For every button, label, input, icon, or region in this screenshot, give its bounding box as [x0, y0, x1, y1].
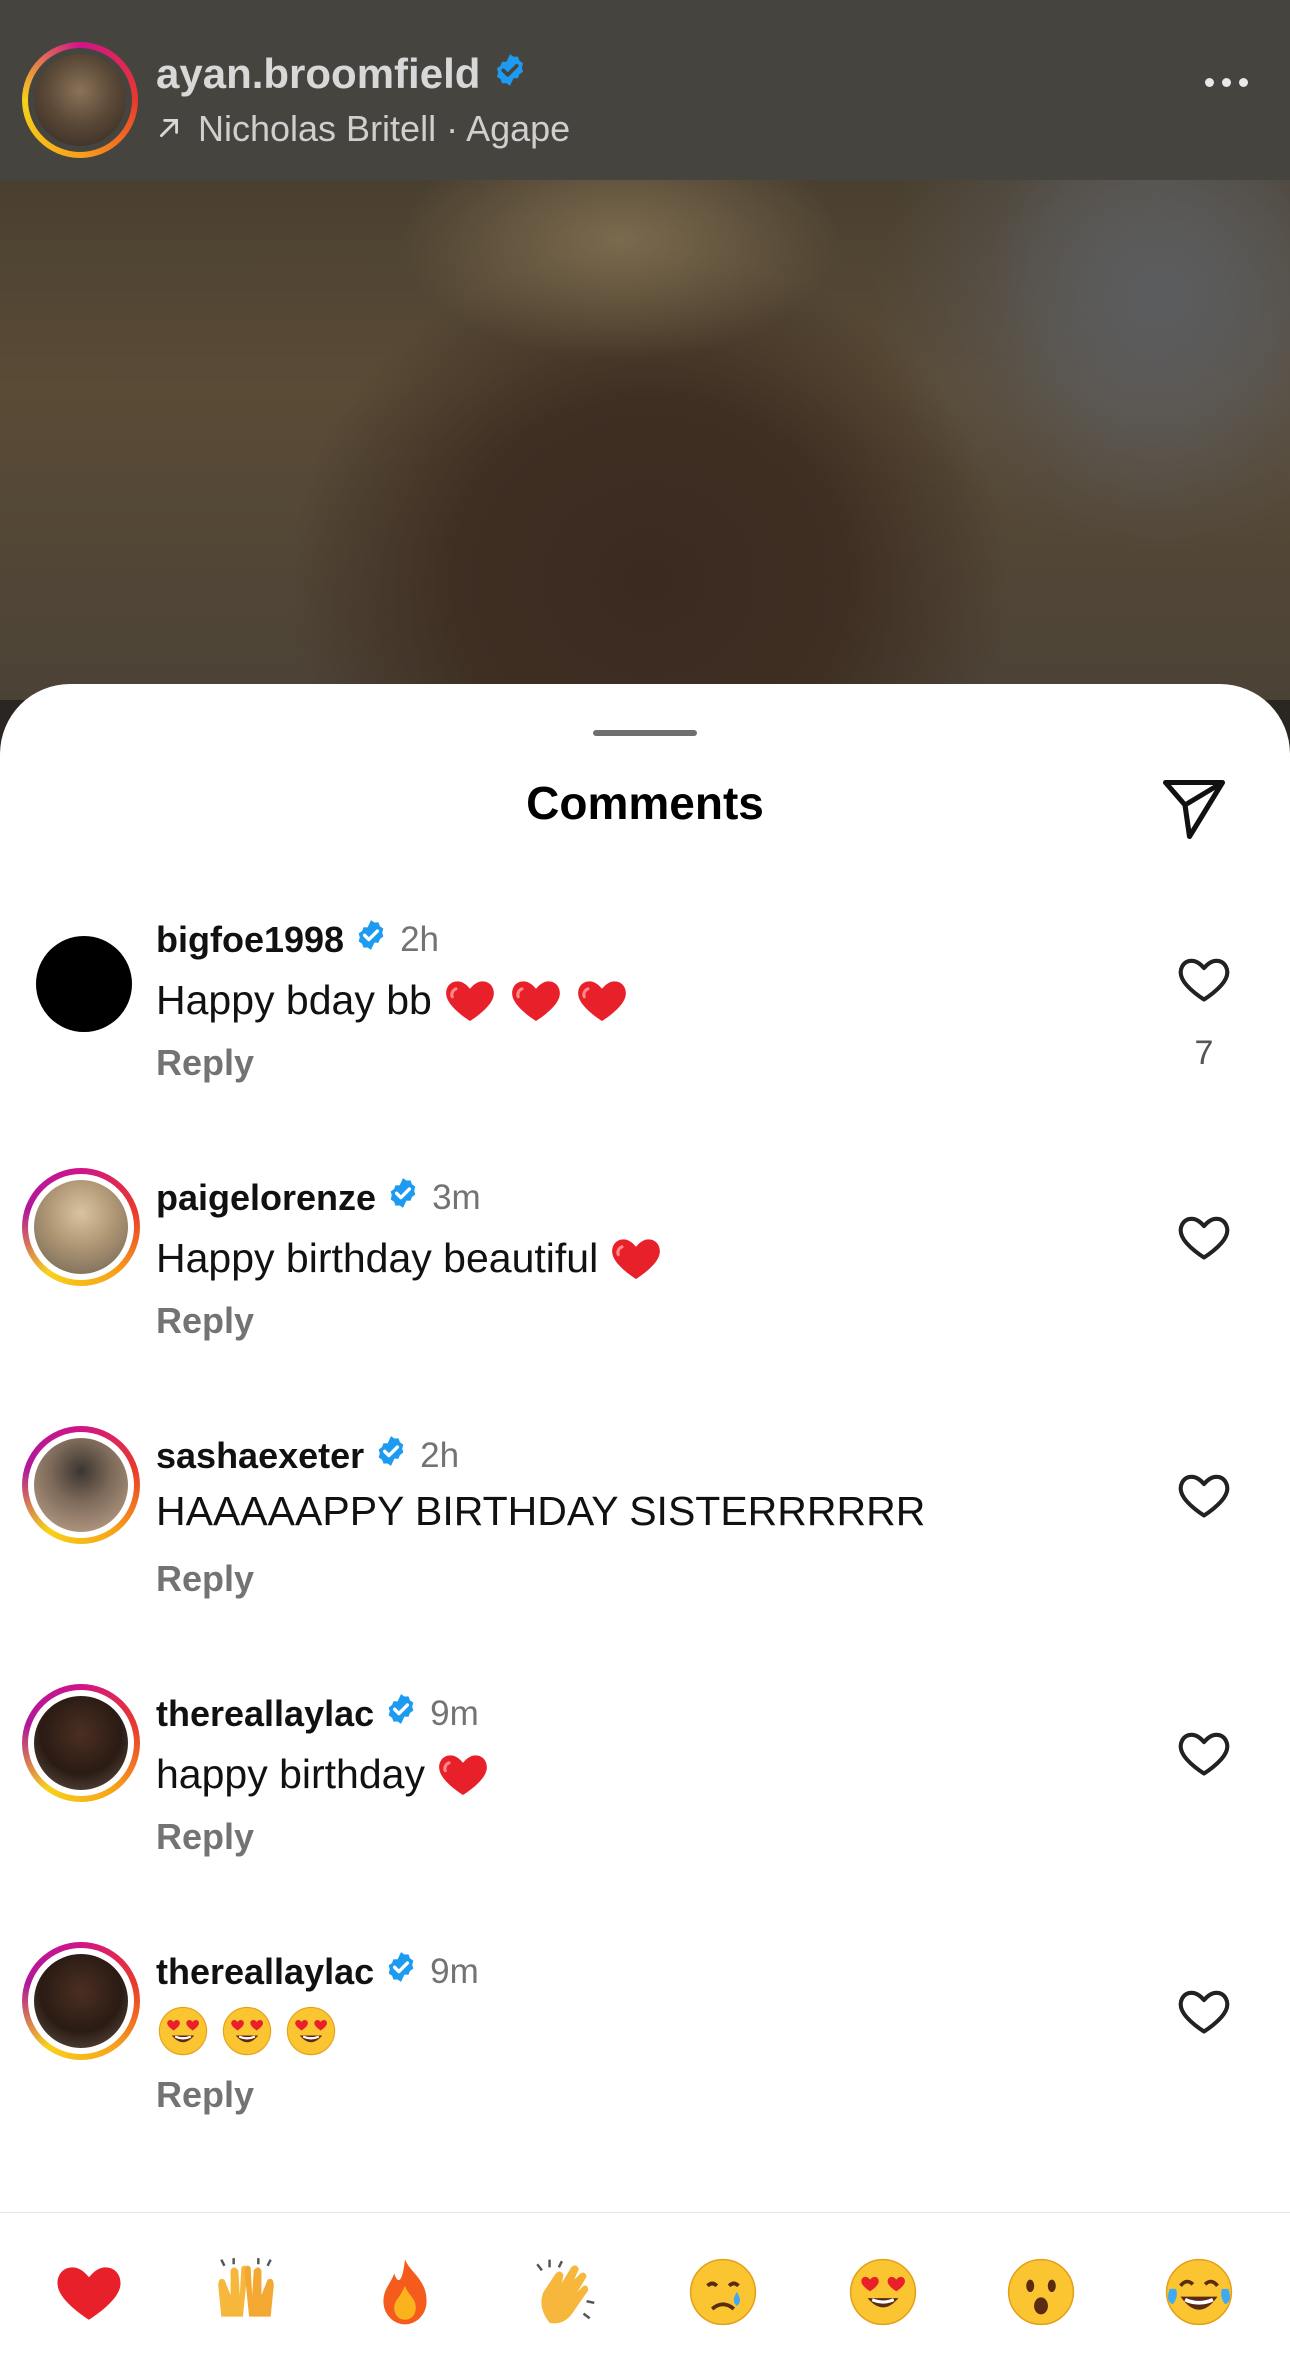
like-heart-icon[interactable]	[1176, 1212, 1232, 1262]
share-icon[interactable]	[1158, 772, 1230, 844]
tears-of-joy-emoji[interactable]	[1162, 2255, 1236, 2329]
like-count: 7	[1194, 1034, 1214, 1072]
comment-time: 9m	[430, 1951, 479, 1991]
comment-time: 2h	[400, 919, 440, 959]
red-heart-emoji	[442, 972, 498, 1028]
sheet-title: Comments	[526, 777, 764, 829]
fire-emoji[interactable]	[368, 2255, 442, 2329]
like-heart-icon[interactable]	[1176, 1728, 1232, 1778]
verified-badge-icon	[384, 1692, 418, 1735]
comment-item: bigfoe1998 2h Happy bday bb Reply 7	[0, 910, 1290, 1160]
comment-text: Happy birthday beautiful	[156, 1234, 599, 1281]
commenter-avatar[interactable]	[22, 1168, 140, 1286]
raising-hands-emoji[interactable]	[209, 2255, 283, 2329]
commenter-avatar[interactable]	[36, 936, 132, 1032]
verified-badge-icon	[492, 50, 528, 98]
reply-button[interactable]: Reply	[156, 1816, 254, 1858]
like-heart-icon[interactable]	[1176, 1986, 1232, 2036]
verified-badge-icon	[386, 1176, 420, 1219]
comment-time: 3m	[432, 1177, 481, 1217]
comment-item: sashaexeter 2h HAAAAAPPY BIRTHDAY SISTER…	[0, 1426, 1290, 1676]
surprised-face-emoji[interactable]	[1004, 2255, 1078, 2329]
comment-text: HAAAAAPPY BIRTHDAY SISTERRRRRR	[156, 1488, 926, 1534]
commenter-username[interactable]: bigfoe1998	[156, 919, 344, 961]
comments-sheet: Comments bigfoe1998 2h Happy bday bb Rep…	[0, 684, 1290, 2361]
comment-time: 9m	[430, 1693, 479, 1733]
comment-item: thereallaylac 9m Reply	[0, 1942, 1290, 2192]
comment-text: happy birthday	[156, 1750, 425, 1797]
reply-button[interactable]: Reply	[156, 1558, 254, 1600]
red-heart-emoji	[435, 1746, 491, 1802]
comment-item: paigelorenze 3m Happy birthday beautiful…	[0, 1168, 1290, 1418]
red-heart-emoji[interactable]	[52, 2255, 126, 2329]
post-header: ayan.broomfield Nicholas Britell · Agape	[0, 0, 1290, 180]
more-options-icon[interactable]	[1205, 78, 1248, 87]
post-music-title: Nicholas Britell · Agape	[198, 108, 571, 149]
reply-button[interactable]: Reply	[156, 2074, 254, 2116]
commenter-username[interactable]: thereallaylac	[156, 1951, 374, 1993]
heart-eyes-emoji[interactable]	[846, 2255, 920, 2329]
commenter-avatar[interactable]	[22, 1684, 140, 1802]
red-heart-emoji	[574, 972, 630, 1028]
like-heart-icon[interactable]	[1176, 1470, 1232, 1520]
like-heart-icon[interactable]	[1176, 954, 1232, 1004]
post-media	[0, 180, 1290, 700]
commenter-username[interactable]: paigelorenze	[156, 1177, 376, 1219]
post-author[interactable]: ayan.broomfield	[156, 50, 528, 98]
clapping-hands-emoji[interactable]	[528, 2255, 602, 2329]
commenter-username[interactable]: thereallaylac	[156, 1693, 374, 1735]
verified-badge-icon	[354, 918, 388, 961]
post-username[interactable]: ayan.broomfield	[156, 50, 480, 98]
post-author-avatar[interactable]	[22, 42, 138, 158]
comment-text: Happy bday bb	[156, 976, 432, 1023]
comment-item: thereallaylac 9m happy birthday Reply	[0, 1684, 1290, 1934]
commenter-avatar[interactable]	[22, 1942, 140, 2060]
heart-eyes-emoji	[220, 2004, 274, 2058]
verified-badge-icon	[384, 1950, 418, 1993]
post-music-link[interactable]: Nicholas Britell · Agape	[156, 108, 570, 150]
reply-button[interactable]: Reply	[156, 1042, 254, 1084]
commenter-avatar[interactable]	[22, 1426, 140, 1544]
heart-eyes-emoji	[284, 2004, 338, 2058]
arrow-up-right-icon	[156, 108, 182, 150]
sheet-grabber[interactable]	[593, 730, 697, 736]
commenter-username[interactable]: sashaexeter	[156, 1435, 364, 1477]
red-heart-emoji	[608, 1230, 664, 1286]
quick-reactions-bar	[0, 2212, 1290, 2362]
red-heart-emoji	[508, 972, 564, 1028]
heart-eyes-emoji	[156, 2004, 210, 2058]
comment-time: 2h	[420, 1435, 460, 1475]
crying-face-emoji[interactable]	[686, 2255, 760, 2329]
verified-badge-icon	[374, 1434, 408, 1477]
reply-button[interactable]: Reply	[156, 1300, 254, 1342]
